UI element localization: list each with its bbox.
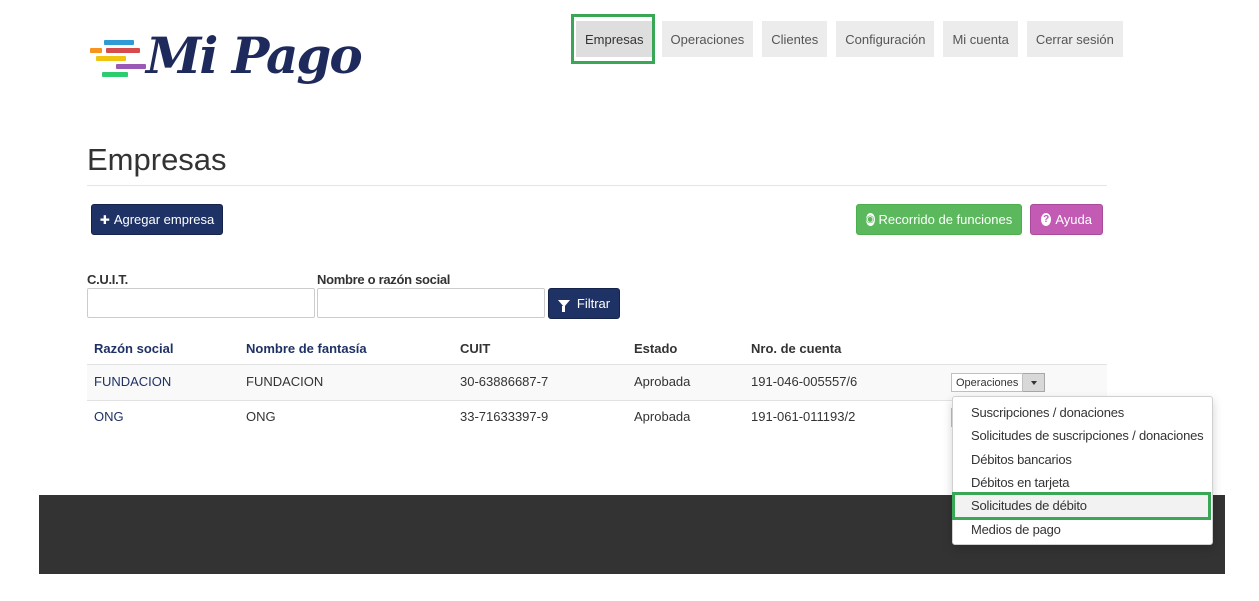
cell-nombre-fantasia: ONG	[246, 409, 276, 424]
title-divider	[87, 185, 1107, 186]
header-razon-social[interactable]: Razón social	[94, 341, 173, 356]
header-estado: Estado	[634, 341, 678, 356]
cell-razon-social[interactable]: ONG	[94, 409, 124, 424]
cell-cuit: 33-71633397-9	[460, 409, 549, 424]
globe-icon: ◉	[865, 213, 875, 226]
operations-button[interactable]: Operaciones	[951, 373, 1024, 392]
nav-mi-cuenta[interactable]: Mi cuenta	[943, 21, 1018, 57]
menu-item-medios-pago[interactable]: Medios de pago	[954, 518, 1211, 541]
row-divider	[87, 364, 1107, 365]
nav-configuracion[interactable]: Configuración	[836, 21, 935, 57]
cell-razon-social[interactable]: FUNDACION	[94, 374, 171, 389]
header-nombre-fantasia[interactable]: Nombre de fantasía	[246, 341, 367, 356]
filter-icon	[557, 300, 570, 312]
cell-nombre-fantasia: FUNDACION	[246, 374, 324, 389]
cell-estado: Aprobada	[634, 374, 691, 389]
add-company-label: Agregar empresa	[113, 212, 215, 227]
logo-stripes-icon	[90, 40, 152, 82]
help-label: Ayuda	[1055, 212, 1092, 227]
operations-dropdown-menu: Suscripciones / donaciones Solicitudes d…	[952, 396, 1213, 545]
menu-item-solicitudes-debito[interactable]: Solicitudes de débito	[954, 494, 1211, 517]
cell-cuit: 30-63886687-7	[460, 374, 549, 389]
filter-label: Filtrar	[576, 296, 611, 311]
cell-nro-cuenta: 191-046-005557/6	[751, 374, 858, 389]
header-nro-cuenta: Nro. de cuenta	[751, 341, 842, 356]
tour-button[interactable]: ◉ Recorrido de funciones	[856, 204, 1022, 235]
caret-down-icon	[1030, 380, 1037, 385]
nav-clientes[interactable]: Clientes	[762, 21, 828, 57]
nav-operaciones[interactable]: Operaciones	[661, 21, 754, 57]
plus-icon: ✚	[99, 212, 110, 227]
help-button[interactable]: ? Ayuda	[1030, 204, 1103, 235]
cuit-input[interactable]	[87, 288, 315, 318]
add-company-button[interactable]: ✚ Agregar empresa	[91, 204, 223, 235]
tour-label: Recorrido de funciones	[878, 212, 1013, 227]
header-cuit: CUIT	[460, 341, 491, 356]
logo-text: Mi Pago	[146, 26, 363, 85]
operations-split-button: Operaciones	[951, 373, 1046, 392]
cell-estado: Aprobada	[634, 409, 691, 424]
top-nav: Empresas Operaciones Clientes Configurac…	[576, 21, 1123, 57]
cuit-label: C.U.I.T.	[87, 272, 128, 287]
operations-toggle[interactable]	[1023, 373, 1046, 392]
menu-item-debitos-tarjeta[interactable]: Débitos en tarjeta	[954, 471, 1211, 494]
question-circle-icon: ?	[1041, 213, 1052, 226]
nav-empresas[interactable]: Empresas	[576, 21, 653, 57]
menu-item-solicitudes-suscripciones[interactable]: Solicitudes de suscripciones / donacione…	[954, 424, 1211, 447]
menu-item-suscripciones[interactable]: Suscripciones / donaciones	[954, 401, 1211, 424]
cell-nro-cuenta: 191-061-011193/2	[751, 409, 856, 424]
filter-button[interactable]: Filtrar	[548, 288, 620, 319]
page-title: Empresas	[87, 142, 227, 177]
name-label: Nombre o razón social	[317, 272, 451, 287]
menu-item-debitos-bancarios[interactable]: Débitos bancarios	[954, 448, 1211, 471]
mipago-logo[interactable]: Mi Pago	[90, 26, 363, 104]
name-input[interactable]	[317, 288, 545, 318]
nav-cerrar-sesion[interactable]: Cerrar sesión	[1026, 21, 1123, 57]
